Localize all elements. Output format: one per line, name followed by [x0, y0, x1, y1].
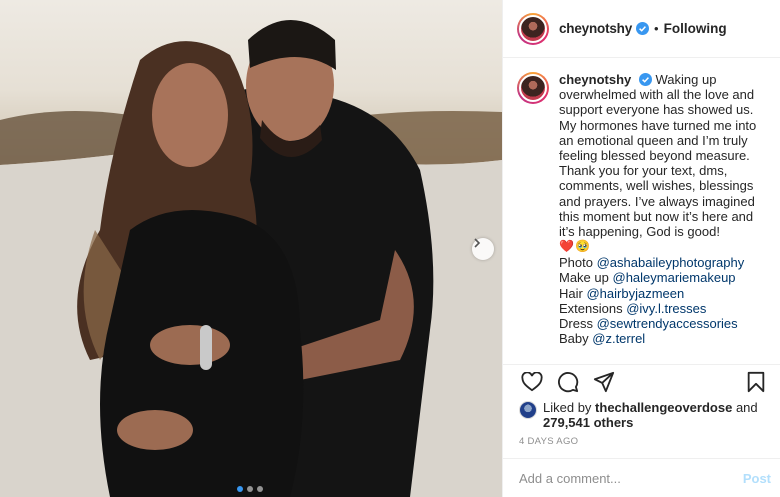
mention-link[interactable]: @haleymariemakeup	[613, 270, 736, 285]
credit-makeup: Make up @haleymariemakeup	[559, 270, 736, 286]
carousel-dot	[247, 486, 253, 492]
credit-baby: Baby @z.terrel	[559, 331, 646, 347]
paper-plane-icon	[593, 371, 615, 392]
like-button[interactable]	[519, 369, 545, 395]
separator: •	[654, 21, 659, 36]
verified-badge-icon	[636, 22, 650, 35]
carousel-next-button[interactable]	[472, 238, 494, 260]
avatar[interactable]	[517, 12, 549, 45]
avatar[interactable]	[517, 72, 549, 104]
carousel-indicator	[237, 486, 263, 492]
likes-conjunction: and	[735, 400, 758, 415]
credit-hair: Hair @hairbyjazmeen	[559, 285, 685, 301]
heart-icon	[521, 371, 543, 391]
likes-prefix: Liked by	[543, 400, 592, 415]
bookmark-icon	[747, 371, 765, 392]
post-panel: cheynotshy • Following cheynotshy Waking…	[502, 0, 780, 497]
credit-dress: Dress @sewtrendyaccessories	[559, 316, 738, 332]
post-comment-button[interactable]: Post	[743, 471, 771, 486]
carousel-dot	[257, 486, 263, 492]
post-date[interactable]: 4 DAYS AGO	[519, 436, 578, 447]
carousel-dot-active	[237, 486, 243, 492]
likes-count-link[interactable]: 279,541 others	[543, 415, 633, 430]
liker-username-link[interactable]: thechallengeoverdose	[595, 400, 732, 415]
caption-comment: cheynotshy Waking up overwhelmed with al…	[517, 72, 766, 346]
liker-avatar[interactable]	[519, 401, 537, 419]
red-heart-emoji: ❤️	[559, 239, 574, 254]
credit-extensions: Extensions @ivy.l.tresses	[559, 300, 707, 316]
action-bar	[503, 364, 780, 398]
comment-button[interactable]	[555, 369, 581, 395]
credit-photo: Photo @ashabaileyphotography	[559, 255, 745, 271]
add-comment-bar: Post	[503, 458, 780, 497]
likes-summary: Liked by thechallengeoverdose and 279,54…	[519, 400, 769, 430]
caption-username-link[interactable]: cheynotshy	[559, 72, 631, 87]
caption-body: Waking up overwhelmed with all the love …	[559, 72, 757, 240]
caption-text: cheynotshy Waking up overwhelmed with al…	[559, 72, 764, 346]
save-button[interactable]	[743, 369, 769, 395]
post-header: cheynotshy • Following	[503, 0, 780, 58]
following-button[interactable]: Following	[664, 21, 727, 36]
mention-link[interactable]: @sewtrendyaccessories	[597, 316, 738, 331]
share-button[interactable]	[591, 369, 617, 395]
likes-text: Liked by thechallengeoverdose and 279,54…	[543, 400, 758, 430]
photo-illustration	[0, 20, 502, 497]
comment-icon	[558, 371, 579, 392]
mention-link[interactable]: @hairbyjazmeen	[586, 286, 684, 301]
mention-link[interactable]: @ashabaileyphotography	[597, 255, 745, 270]
username-link[interactable]: cheynotshy	[559, 21, 632, 36]
comments-area: cheynotshy Waking up overwhelmed with al…	[503, 58, 780, 364]
caption-emojis: ❤️ 🥹	[559, 240, 764, 253]
mention-link[interactable]: @ivy.l.tresses	[626, 301, 706, 316]
holding-back-tears-emoji: 🥹	[575, 239, 590, 254]
verified-badge-icon	[638, 73, 652, 86]
mention-link[interactable]: @z.terrel	[592, 331, 645, 346]
chevron-right-icon	[474, 238, 481, 248]
post-photo[interactable]	[0, 0, 502, 497]
comment-input[interactable]	[519, 470, 743, 486]
